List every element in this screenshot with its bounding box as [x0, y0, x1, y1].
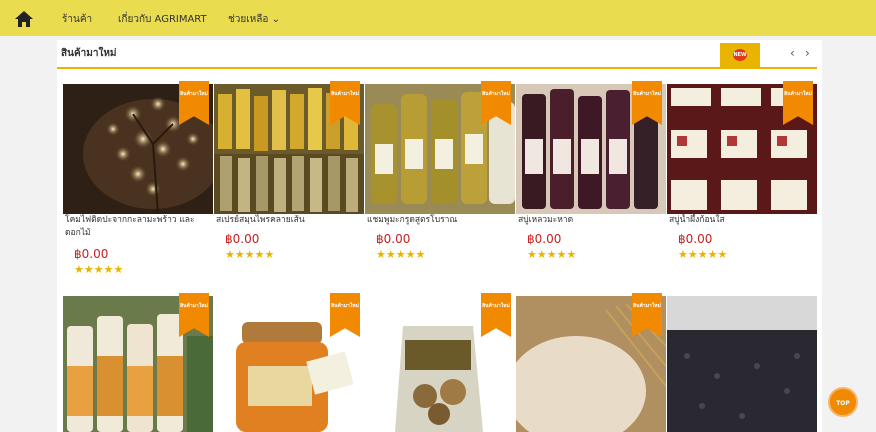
home-icon[interactable]: [14, 10, 34, 28]
product-price: ฿0.00: [678, 232, 713, 246]
product-card[interactable]: สินค้ามาใหม่ สบู่เหลวมะหาด ฿0.00 ★★★★★: [516, 81, 666, 294]
nav-help[interactable]: ช่วยเหลือ ⌄: [228, 12, 280, 27]
next-arrow-icon[interactable]: ›: [805, 46, 810, 60]
product-card[interactable]: สินค้ามาใหม่ โคมไฟติดปะจากกะลามะพร้าว แล…: [63, 81, 213, 294]
rating-stars: ★★★★★: [225, 248, 275, 261]
new-products-panel: สินค้ามาใหม่ NEW ‹ › สินค้ามาใหม่ โคมไฟต…: [57, 40, 822, 432]
section-title: สินค้ามาใหม่: [61, 48, 117, 59]
product-card[interactable]: สินค้ามาใหม่ แชมพูมะกรูดสูตรโบราณ ฿0.00 …: [365, 81, 515, 294]
section-underline: [57, 67, 817, 69]
rating-stars: ★★★★★: [376, 248, 426, 261]
product-card[interactable]: สินค้ามาใหม่ สเปรย์สมุนไพรคลายเส้น ฿0.00…: [214, 81, 364, 294]
product-name[interactable]: สเปรย์สมุนไพรคลายเส้น: [216, 214, 305, 227]
rating-stars: ★★★★★: [74, 263, 124, 276]
product-price: ฿0.00: [376, 232, 411, 246]
product-name[interactable]: สบู่น้ำผึ้งก้อนใส: [669, 214, 725, 227]
product-price: ฿0.00: [74, 247, 109, 261]
product-card[interactable]: [667, 296, 817, 432]
product-name[interactable]: แชมพูมะกรูดสูตรโบราณ: [367, 214, 457, 227]
product-image: [667, 296, 817, 432]
nav-about[interactable]: เกี่ยวกับ AGRIMART: [118, 12, 207, 27]
rating-stars: ★★★★★: [527, 248, 577, 261]
product-name[interactable]: โคมไฟติดปะจากกะลามะพร้าว และดอกไม้: [65, 214, 213, 240]
back-to-top-button[interactable]: TOP: [828, 387, 858, 417]
nav-shop[interactable]: ร้านค้า: [62, 12, 92, 27]
top-navbar: ร้านค้า เกี่ยวกับ AGRIMART ช่วยเหลือ ⌄: [0, 0, 876, 36]
product-price: ฿0.00: [225, 232, 260, 246]
product-name[interactable]: สบู่เหลวมะหาด: [518, 214, 573, 227]
product-card[interactable]: สินค้ามาใหม่: [63, 293, 213, 432]
new-badge-tab: NEW: [720, 43, 760, 67]
product-card[interactable]: สินค้ามาใหม่: [365, 293, 515, 432]
product-price: ฿0.00: [527, 232, 562, 246]
product-card[interactable]: สินค้ามาใหม่: [214, 293, 364, 432]
product-card[interactable]: สินค้ามาใหม่: [516, 293, 666, 432]
product-card[interactable]: สินค้ามาใหม่ สบู่น้ำผึ้งก้อนใส ฿0.00 ★★★…: [667, 81, 817, 294]
rating-stars: ★★★★★: [678, 248, 728, 261]
prev-arrow-icon[interactable]: ‹: [790, 46, 795, 60]
new-badge: NEW: [733, 49, 747, 61]
